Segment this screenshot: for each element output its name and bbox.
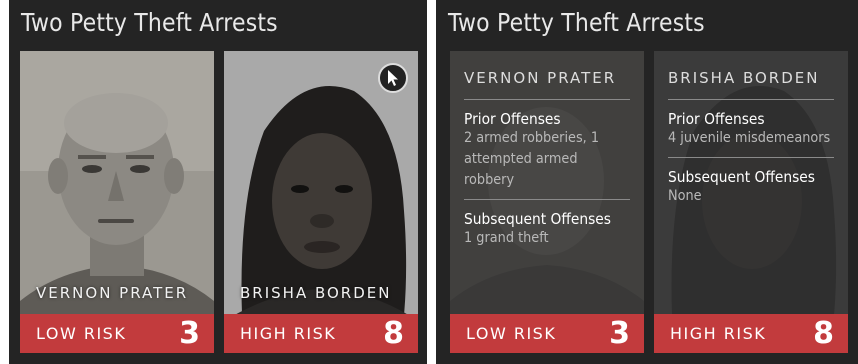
subsequent-offenses-text: None — [668, 188, 702, 204]
offense-details: BRISHA BORDEN Prior Offenses 4 juvenile … — [668, 51, 834, 215]
prior-offenses-section: Prior Offenses 2 armed robberies, 1 atte… — [464, 100, 630, 200]
prior-offenses-text: 4 juvenile misdemeanors — [668, 130, 831, 146]
person-name: VERNON PRATER — [36, 284, 189, 302]
right-panel: Two Petty Theft Arrests VERNON PRATER Pr… — [436, 0, 858, 364]
risk-bar: LOW RISK 3 — [20, 314, 214, 353]
prior-offenses-heading: Prior Offenses — [668, 110, 765, 128]
risk-score: 3 — [609, 316, 630, 351]
risk-score: 8 — [813, 316, 834, 351]
detail-card-vernon[interactable]: VERNON PRATER Prior Offenses 2 armed rob… — [450, 51, 644, 353]
mugshot-photo — [224, 51, 418, 353]
pointer-cursor-icon — [378, 63, 408, 93]
risk-score: 8 — [383, 316, 404, 351]
profile-card-vernon[interactable]: VERNON PRATER LOW RISK 3 — [20, 51, 214, 353]
subsequent-offenses-heading: Subsequent Offenses — [668, 168, 815, 186]
mugshot-photo — [20, 51, 214, 353]
risk-bar: HIGH RISK 8 — [224, 314, 418, 353]
prior-offenses-heading: Prior Offenses — [464, 110, 561, 128]
risk-label: LOW RISK — [36, 324, 127, 343]
subsequent-offenses-section: Subsequent Offenses None — [668, 158, 834, 215]
detail-card-brisha[interactable]: BRISHA BORDEN Prior Offenses 4 juvenile … — [654, 51, 848, 353]
panel-title: Two Petty Theft Arrests — [21, 8, 278, 37]
risk-bar: HIGH RISK 8 — [654, 314, 848, 353]
panel-title: Two Petty Theft Arrests — [448, 8, 705, 37]
prior-offenses-text: 2 armed robberies, 1 attempted armed rob… — [464, 130, 600, 188]
prior-offenses-section: Prior Offenses 4 juvenile misdemeanors — [668, 100, 834, 158]
person-name: BRISHA BORDEN — [240, 284, 392, 302]
person-name: VERNON PRATER — [464, 69, 630, 100]
risk-label: LOW RISK — [466, 324, 557, 343]
profile-card-brisha[interactable]: BRISHA BORDEN HIGH RISK 8 — [224, 51, 418, 353]
left-panel: Two Petty Theft Arrests VERNON PRATER LO… — [9, 0, 427, 364]
risk-bar: LOW RISK 3 — [450, 314, 644, 353]
subsequent-offenses-text: 1 grand theft — [464, 230, 549, 246]
offense-details: VERNON PRATER Prior Offenses 2 armed rob… — [464, 51, 630, 257]
person-name: BRISHA BORDEN — [668, 69, 834, 100]
risk-label: HIGH RISK — [240, 324, 337, 343]
risk-score: 3 — [179, 316, 200, 351]
risk-label: HIGH RISK — [670, 324, 767, 343]
subsequent-offenses-section: Subsequent Offenses 1 grand theft — [464, 200, 630, 257]
subsequent-offenses-heading: Subsequent Offenses — [464, 210, 611, 228]
